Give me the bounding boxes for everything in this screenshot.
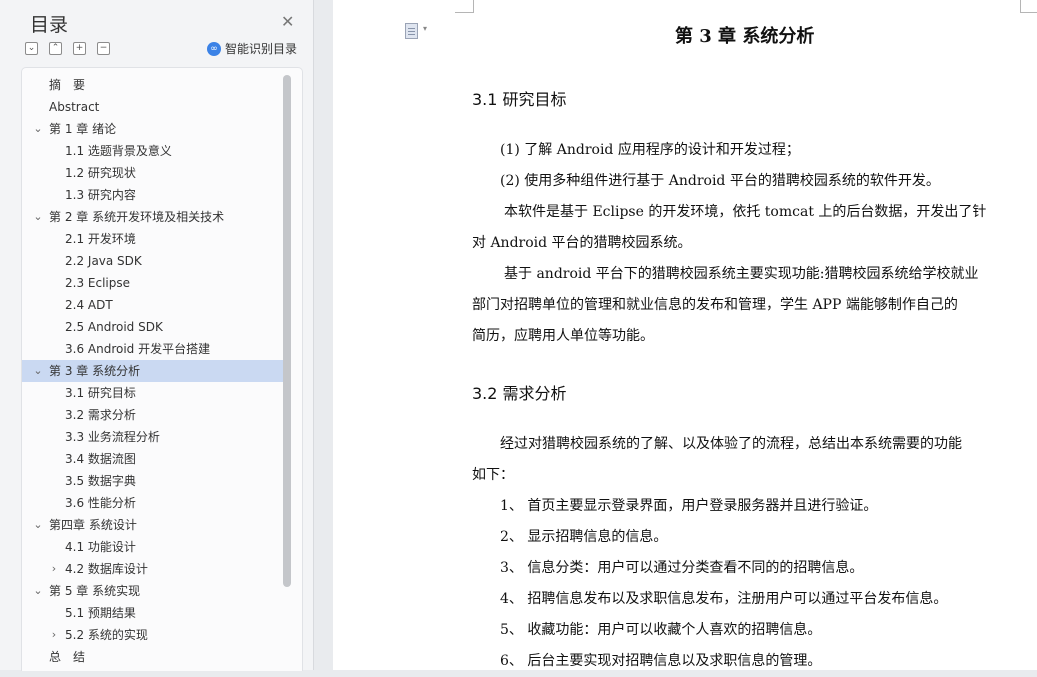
toc-item-label: 3.5 数据字典	[65, 474, 136, 488]
toc-item[interactable]: 3.1 研究目标	[22, 382, 284, 404]
toc-list: 摘 要 Abstract ⌄ 第 1 章 绪论 1.1 选题背景及意义 1.2 研究现状 1…	[22, 74, 284, 668]
toc-item[interactable]: › 5.2 系统的实现	[22, 624, 284, 646]
toc-item-label: 1.2 研究现状	[65, 166, 136, 180]
toc-item-label: 3.3 业务流程分析	[65, 430, 160, 444]
toc-item[interactable]: 2.2 Java SDK	[22, 250, 284, 272]
list-item: 4、 招聘信息发布以及求职信息发布，注册用户可以通过平台发布信息。	[500, 591, 948, 607]
toc-item-label: 2.4 ADT	[65, 298, 113, 312]
section-heading: 3.2 需求分析	[472, 384, 567, 403]
toc-item-label: 2.1 开发环境	[65, 232, 136, 246]
toc-item[interactable]: 2.1 开发环境	[22, 228, 284, 250]
toc-item-label: 摘 要	[49, 78, 86, 92]
chapter-title: 第 3 章 系统分析	[675, 26, 815, 47]
toc-item-label: 3.6 性能分析	[65, 496, 136, 510]
chevron-down-icon[interactable]: ⌄	[33, 580, 43, 602]
toc-item-label: 总 结	[49, 650, 86, 664]
toc-item[interactable]: 3.6 性能分析	[22, 492, 284, 514]
toc-item-label: 3.4 数据流图	[65, 452, 136, 466]
paragraph-line: 本软件是基于 Eclipse 的开发环境，依托 tomcat 上的后台数据，开发…	[504, 204, 987, 220]
toc-item[interactable]: 摘 要	[22, 74, 284, 96]
paragraph-line: 经过对猎聘校园系统的了解、以及体验了的流程，总结出本系统需要的功能	[500, 436, 962, 452]
document-icon[interactable]	[405, 23, 418, 39]
paragraph-line: 如下：	[472, 467, 514, 483]
collapse-all-icon[interactable]: ⌄	[25, 42, 38, 55]
list-item: 3、 信息分类：用户可以通过分类查看不同的的招聘信息。	[500, 560, 864, 576]
toc-item-label: 第 3 章 系统分析	[49, 364, 141, 378]
toc-item-label: 1.1 选题背景及意义	[65, 144, 172, 158]
toc-item[interactable]: 3.5 数据字典	[22, 470, 284, 492]
toc-item[interactable]: 3.3 业务流程分析	[22, 426, 284, 448]
toc-item[interactable]: Abstract	[22, 96, 284, 118]
toc-item[interactable]: ⌄ 第 5 章 系统实现	[22, 580, 284, 602]
toc-item[interactable]: 1.1 选题背景及意义	[22, 140, 284, 162]
paragraph-line: (2) 使用多种组件进行基于 Android 平台的猎聘校园系统的软件开发。	[500, 173, 940, 189]
page-corner-mark	[1020, 0, 1037, 13]
toc-item[interactable]: 2.5 Android SDK	[22, 316, 284, 338]
list-item: 5、 收藏功能：用户可以收藏个人喜欢的招聘信息。	[500, 622, 822, 638]
close-icon[interactable]: ✕	[281, 12, 294, 31]
toc-item-label: 3.2 需求分析	[65, 408, 136, 422]
paragraph-line: (1) 了解 Android 应用程序的设计和开发过程；	[500, 142, 800, 158]
toc-item-label: 5.2 系统的实现	[65, 628, 148, 642]
paragraph-line: 基于 android 平台下的猎聘校园系统主要实现功能:猎聘校园系统给学校就业	[504, 266, 979, 282]
toc-item[interactable]: 3.6 Android 开发平台搭建	[22, 338, 284, 360]
paragraph-line: 部门对招聘单位的管理和就业信息的发布和管理，学生 APP 端能够制作自己的	[472, 297, 958, 313]
toc-item-label: 2.3 Eclipse	[65, 276, 130, 290]
toc-item[interactable]: 3.4 数据流图	[22, 448, 284, 470]
smart-toc-button[interactable]: ∞ 智能识别目录	[207, 40, 297, 57]
chevron-down-icon[interactable]: ▾	[423, 24, 427, 33]
toc-item[interactable]: ⌄ 第 3 章 系统分析	[22, 360, 284, 382]
section-heading: 3.1 研究目标	[472, 90, 567, 109]
toc-item[interactable]: 2.4 ADT	[22, 294, 284, 316]
toc-item[interactable]: 4.1 功能设计	[22, 536, 284, 558]
paragraph-line: 简历，应聘用人单位等功能。	[472, 328, 654, 344]
toc-item[interactable]: 3.2 需求分析	[22, 404, 284, 426]
toc-item-label: 2.5 Android SDK	[65, 320, 163, 334]
toc-item[interactable]: ⌄ 第 2 章 系统开发环境及相关技术	[22, 206, 284, 228]
toc-item-label: 1.3 研究内容	[65, 188, 136, 202]
toc-item-label: 第 5 章 系统实现	[49, 584, 141, 598]
list-item: 2、 显示招聘信息的信息。	[500, 529, 668, 545]
chevron-right-icon[interactable]: ›	[49, 558, 59, 580]
toc-title: 目录	[30, 14, 69, 36]
list-item: 6、 后台主要实现对招聘信息以及求职信息的管理。	[500, 653, 822, 669]
toc-item[interactable]: ⌄ 第四章 系统设计	[22, 514, 284, 536]
toc-item-label: Abstract	[49, 100, 100, 114]
chevron-down-icon[interactable]: ⌄	[33, 360, 43, 382]
toc-item-label: 第 1 章 绪论	[49, 122, 117, 136]
chevron-down-icon[interactable]: ⌄	[33, 118, 43, 140]
toc-panel: 目录 ✕ ⌄ ⌃ + − ∞ 智能识别目录 摘 要 Abstract ⌄ 第 1 章 …	[0, 0, 314, 671]
smart-toc-label: 智能识别目录	[225, 42, 298, 56]
toc-item[interactable]: 1.2 研究现状	[22, 162, 284, 184]
chevron-down-icon[interactable]: ⌄	[33, 206, 43, 228]
toc-item[interactable]: 5.1 预期结果	[22, 602, 284, 624]
toc-item-label: 3.6 Android 开发平台搭建	[65, 342, 211, 356]
remove-icon[interactable]: −	[97, 42, 110, 55]
toc-item-label: 第 2 章 系统开发环境及相关技术	[49, 210, 225, 224]
chevron-down-icon[interactable]: ⌄	[33, 514, 43, 536]
toc-item-label: 5.1 预期结果	[65, 606, 136, 620]
chevron-right-icon[interactable]: ›	[49, 624, 59, 646]
toc-item-label: 2.2 Java SDK	[65, 254, 142, 268]
page-corner-mark	[455, 0, 474, 13]
toc-item-label: 4.1 功能设计	[65, 540, 136, 554]
expand-all-icon[interactable]: ⌃	[49, 42, 62, 55]
toc-item-label: 3.1 研究目标	[65, 386, 136, 400]
toc-item-label: 第四章 系统设计	[49, 518, 137, 532]
toc-item-label: 4.2 数据库设计	[65, 562, 148, 576]
toc-item[interactable]: 2.3 Eclipse	[22, 272, 284, 294]
toc-item[interactable]: ⌄ 第 1 章 绪论	[22, 118, 284, 140]
toc-item[interactable]: › 4.2 数据库设计	[22, 558, 284, 580]
list-item: 1、 首页主要显示登录界面，用户登录服务器并且进行验证。	[500, 498, 878, 514]
toc-item[interactable]: 1.3 研究内容	[22, 184, 284, 206]
smart-toc-icon: ∞	[207, 41, 221, 56]
toc-item[interactable]: 总 结	[22, 646, 284, 668]
toc-scrollbar[interactable]	[283, 75, 291, 587]
toc-tree: 摘 要 Abstract ⌄ 第 1 章 绪论 1.1 选题背景及意义 1.2 研究现状 1…	[21, 67, 303, 671]
add-icon[interactable]: +	[73, 42, 86, 55]
paragraph-line: 对 Android 平台的猎聘校园系统。	[472, 235, 692, 251]
